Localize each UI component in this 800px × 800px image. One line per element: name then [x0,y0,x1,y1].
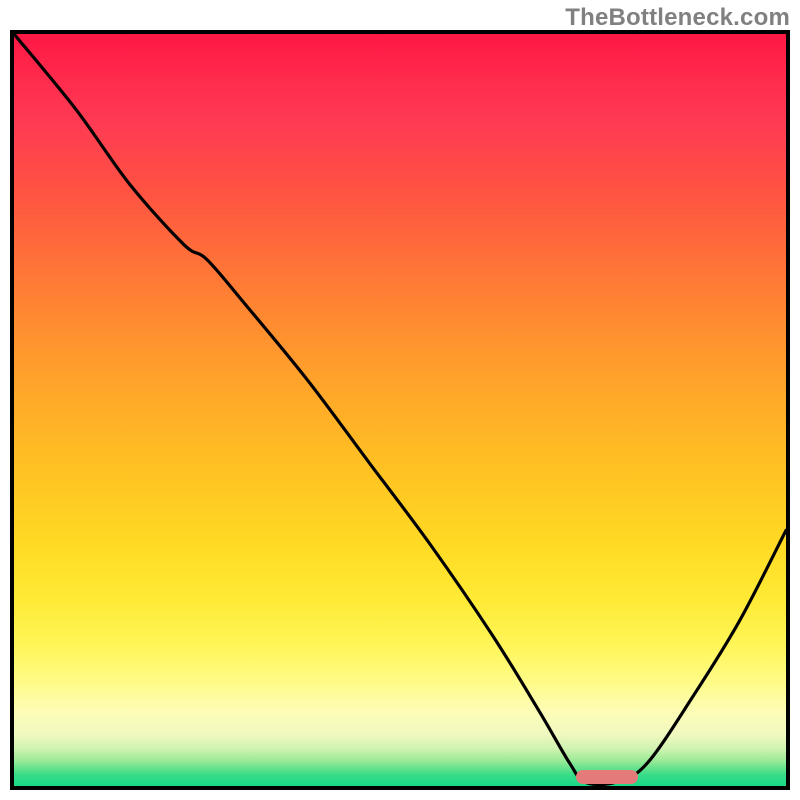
bottleneck-curve [14,34,786,785]
curve-svg [14,34,786,786]
plot-area [10,30,790,790]
chart-container: TheBottleneck.com [0,0,800,800]
watermark-text: TheBottleneck.com [565,4,790,32]
optimal-range-marker [576,770,638,784]
